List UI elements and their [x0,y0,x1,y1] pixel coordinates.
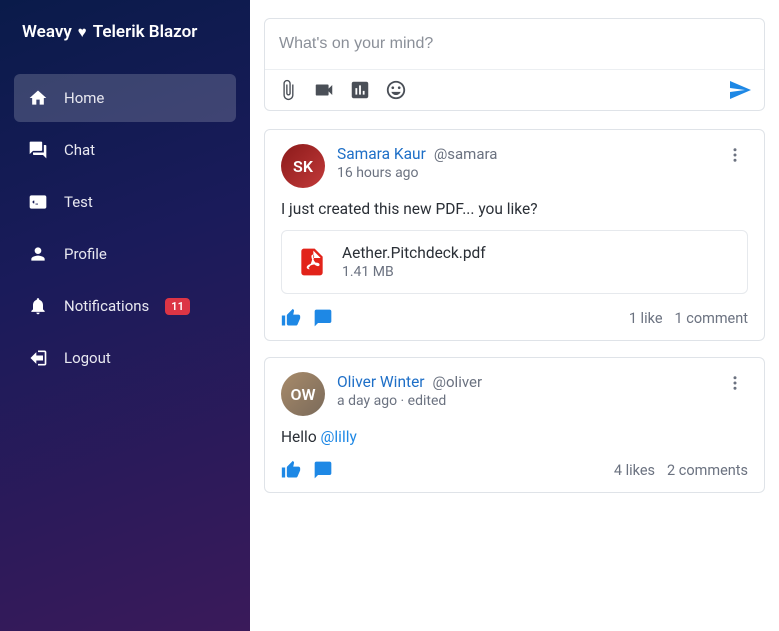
comment-icon[interactable] [313,460,333,480]
sidebar-item-label: Notifications [64,297,149,315]
sidebar-item-label: Home [64,89,104,107]
timestamp: 16 hours ago [337,165,710,181]
like-count[interactable]: 1 like [629,310,663,327]
author-handle: @oliver [433,373,483,391]
post-body: I just created this new PDF... you like? [281,200,748,218]
main-content: SK Samara Kaur @samara 16 hours ago I ju… [250,0,779,631]
more-icon[interactable] [722,144,748,170]
emoji-icon[interactable] [385,79,407,101]
author-link[interactable]: Samara Kaur [337,145,426,163]
video-icon[interactable] [313,79,335,101]
post-body: Hello @lilly [281,428,748,446]
post: OW Oliver Winter @oliver a day ago · edi… [264,357,765,493]
brand-left: Weavy [22,22,72,42]
timestamp: a day ago · edited [337,393,710,409]
sidebar-item-label: Profile [64,245,107,263]
more-icon[interactable] [722,372,748,398]
author-handle: @samara [434,145,498,163]
attachment[interactable]: Aether.Pitchdeck.pdf 1.41 MB [281,230,748,294]
composer-input[interactable] [265,19,764,69]
profile-icon [28,244,48,264]
pdf-icon [296,243,328,281]
body-text: Hello [281,428,321,446]
sidebar-item-home[interactable]: Home [14,74,236,122]
sidebar-item-label: Chat [64,141,95,159]
attachment-icon[interactable] [277,79,299,101]
logout-icon [28,348,48,368]
send-icon[interactable] [728,78,752,102]
file-name: Aether.Pitchdeck.pdf [342,244,486,262]
chat-icon [28,140,48,160]
sidebar-item-notifications[interactable]: Notifications 11 [14,282,236,330]
sidebar: Weavy ♥ Telerik Blazor Home Chat Test [0,0,250,631]
sidebar-item-label: Test [64,193,93,211]
like-count[interactable]: 4 likes [614,462,655,479]
home-icon [28,88,48,108]
author-link[interactable]: Oliver Winter [337,373,425,391]
like-icon[interactable] [281,308,301,328]
sidebar-item-profile[interactable]: Profile [14,230,236,278]
nav: Home Chat Test Profile Notifications 1 [0,64,250,392]
avatar[interactable]: OW [281,372,325,416]
brand-right: Telerik Blazor [93,22,198,42]
sidebar-item-test[interactable]: Test [14,178,236,226]
brand: Weavy ♥ Telerik Blazor [0,0,250,64]
composer-toolbar [265,69,764,110]
comment-count[interactable]: 2 comments [667,462,748,479]
sidebar-item-chat[interactable]: Chat [14,126,236,174]
terminal-icon [28,192,48,212]
comment-icon[interactable] [313,308,333,328]
avatar[interactable]: SK [281,144,325,188]
heart-icon: ♥ [78,23,87,41]
sidebar-item-label: Logout [64,349,111,367]
notifications-badge: 11 [165,298,190,315]
composer [264,18,765,111]
comment-count[interactable]: 1 comment [675,310,748,327]
like-icon[interactable] [281,460,301,480]
file-size: 1.41 MB [342,264,486,280]
mention-link[interactable]: @lilly [321,428,357,446]
bell-icon [28,296,48,316]
sidebar-item-logout[interactable]: Logout [14,334,236,382]
poll-icon[interactable] [349,79,371,101]
post: SK Samara Kaur @samara 16 hours ago I ju… [264,129,765,341]
